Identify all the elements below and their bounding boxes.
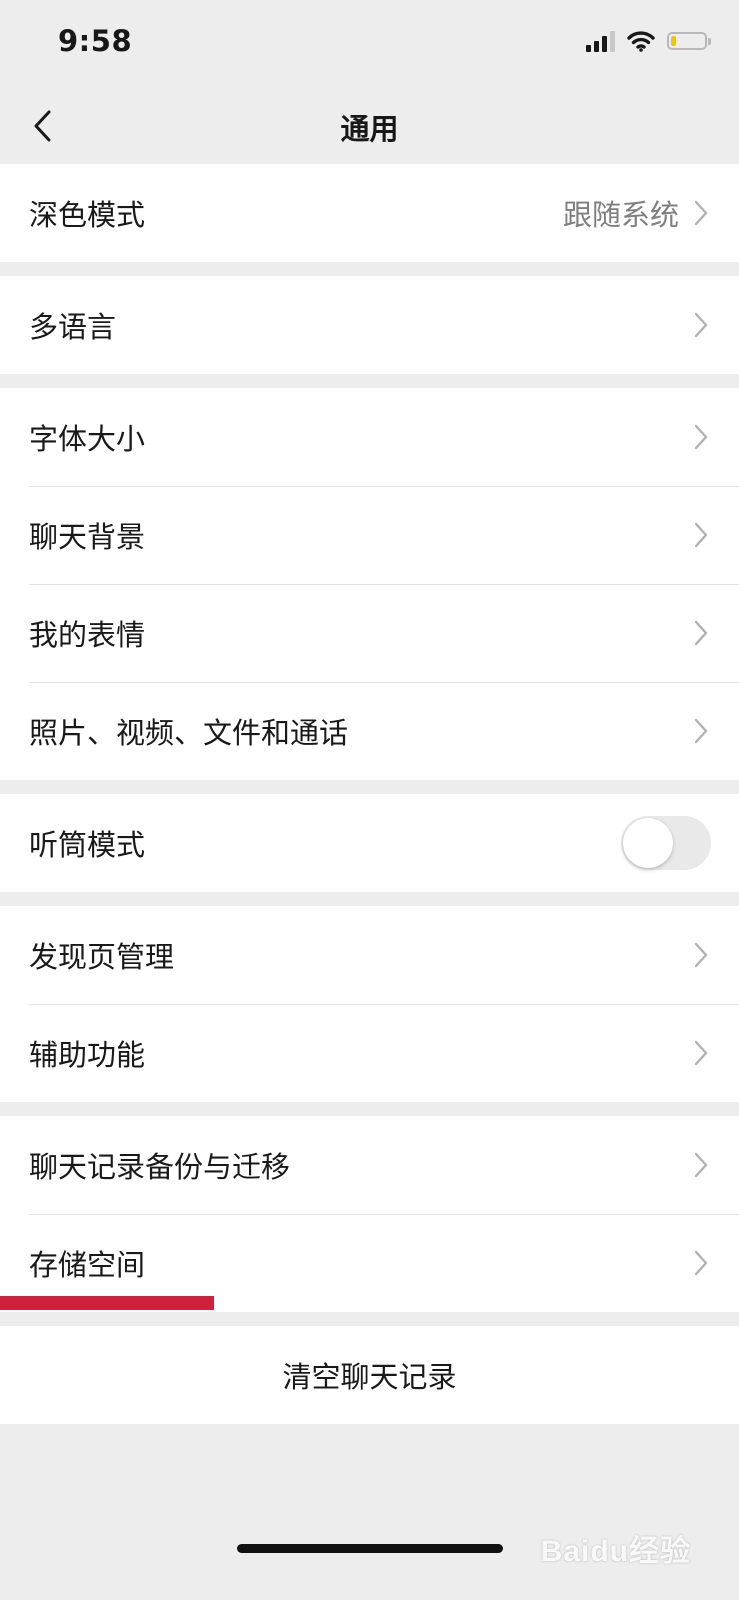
setting-language[interactable]: 多语言 [0, 276, 739, 374]
setting-media-files-calls[interactable]: 照片、视频、文件和通话 [0, 682, 739, 780]
home-indicator [237, 1544, 503, 1553]
chevron-right-icon [694, 620, 708, 646]
setting-label: 聊天记录备份与迁移 [29, 1150, 291, 1184]
nav-bar: 通用 [0, 88, 739, 164]
setting-font-size[interactable]: 字体大小 [0, 388, 739, 486]
setting-accessibility[interactable]: 辅助功能 [0, 1004, 739, 1102]
setting-label: 我的表情 [29, 618, 146, 652]
setting-label: 听筒模式 [29, 828, 146, 862]
chevron-right-icon [694, 424, 708, 450]
chevron-right-icon [694, 1040, 708, 1066]
setting-chat-background[interactable]: 聊天背景 [0, 486, 739, 584]
settings-group-data: 聊天记录备份与迁移 存储空间 [0, 1116, 739, 1312]
settings-group-earpiece: 听筒模式 [0, 794, 739, 892]
cellular-signal-icon [586, 30, 615, 52]
settings-group-display-mode: 深色模式 跟随系统 [0, 164, 739, 262]
chevron-right-icon [694, 718, 708, 744]
settings-group-features: 发现页管理 辅助功能 [0, 906, 739, 1102]
baidu-watermark: Baidu经验 [540, 1535, 691, 1568]
highlight-underline [0, 1296, 214, 1310]
status-icons [586, 30, 711, 52]
setting-earpiece-mode: 听筒模式 [0, 794, 739, 892]
status-bar: 9:58 [0, 0, 739, 88]
setting-discover-management[interactable]: 发现页管理 [0, 906, 739, 1004]
setting-my-stickers[interactable]: 我的表情 [0, 584, 739, 682]
settings-group-appearance: 字体大小 聊天背景 我的表情 照片、视频、文件和通话 [0, 388, 739, 780]
chevron-right-icon [694, 942, 708, 968]
setting-dark-mode[interactable]: 深色模式 跟随系统 [0, 164, 739, 262]
wifi-icon [627, 31, 655, 52]
clear-chat-history-button[interactable]: 清空聊天记录 [0, 1326, 739, 1424]
setting-label: 字体大小 [29, 422, 146, 456]
page-title: 通用 [340, 112, 399, 146]
battery-level [671, 36, 676, 46]
chevron-right-icon [694, 522, 708, 548]
chevron-right-icon [694, 312, 708, 338]
setting-value: 跟随系统 [562, 198, 679, 232]
setting-label: 辅助功能 [29, 1038, 146, 1072]
setting-chat-backup-migration[interactable]: 聊天记录备份与迁移 [0, 1116, 739, 1214]
clear-chat-history-label: 清空聊天记录 [282, 1360, 457, 1394]
setting-label: 深色模式 [29, 198, 146, 232]
status-time: 9:58 [58, 24, 133, 58]
setting-label: 存储空间 [29, 1248, 146, 1282]
setting-label: 发现页管理 [29, 940, 175, 974]
chevron-right-icon [694, 1250, 708, 1276]
settings-group-clear: 清空聊天记录 [0, 1326, 739, 1424]
toggle-knob [623, 818, 673, 868]
chevron-right-icon [694, 1152, 708, 1178]
setting-label: 聊天背景 [29, 520, 146, 554]
settings-group-language: 多语言 [0, 276, 739, 374]
chevron-right-icon [694, 200, 708, 226]
battery-icon [667, 32, 711, 50]
setting-label: 照片、视频、文件和通话 [29, 716, 349, 750]
earpiece-mode-toggle[interactable] [621, 816, 711, 870]
setting-label: 多语言 [29, 310, 117, 344]
